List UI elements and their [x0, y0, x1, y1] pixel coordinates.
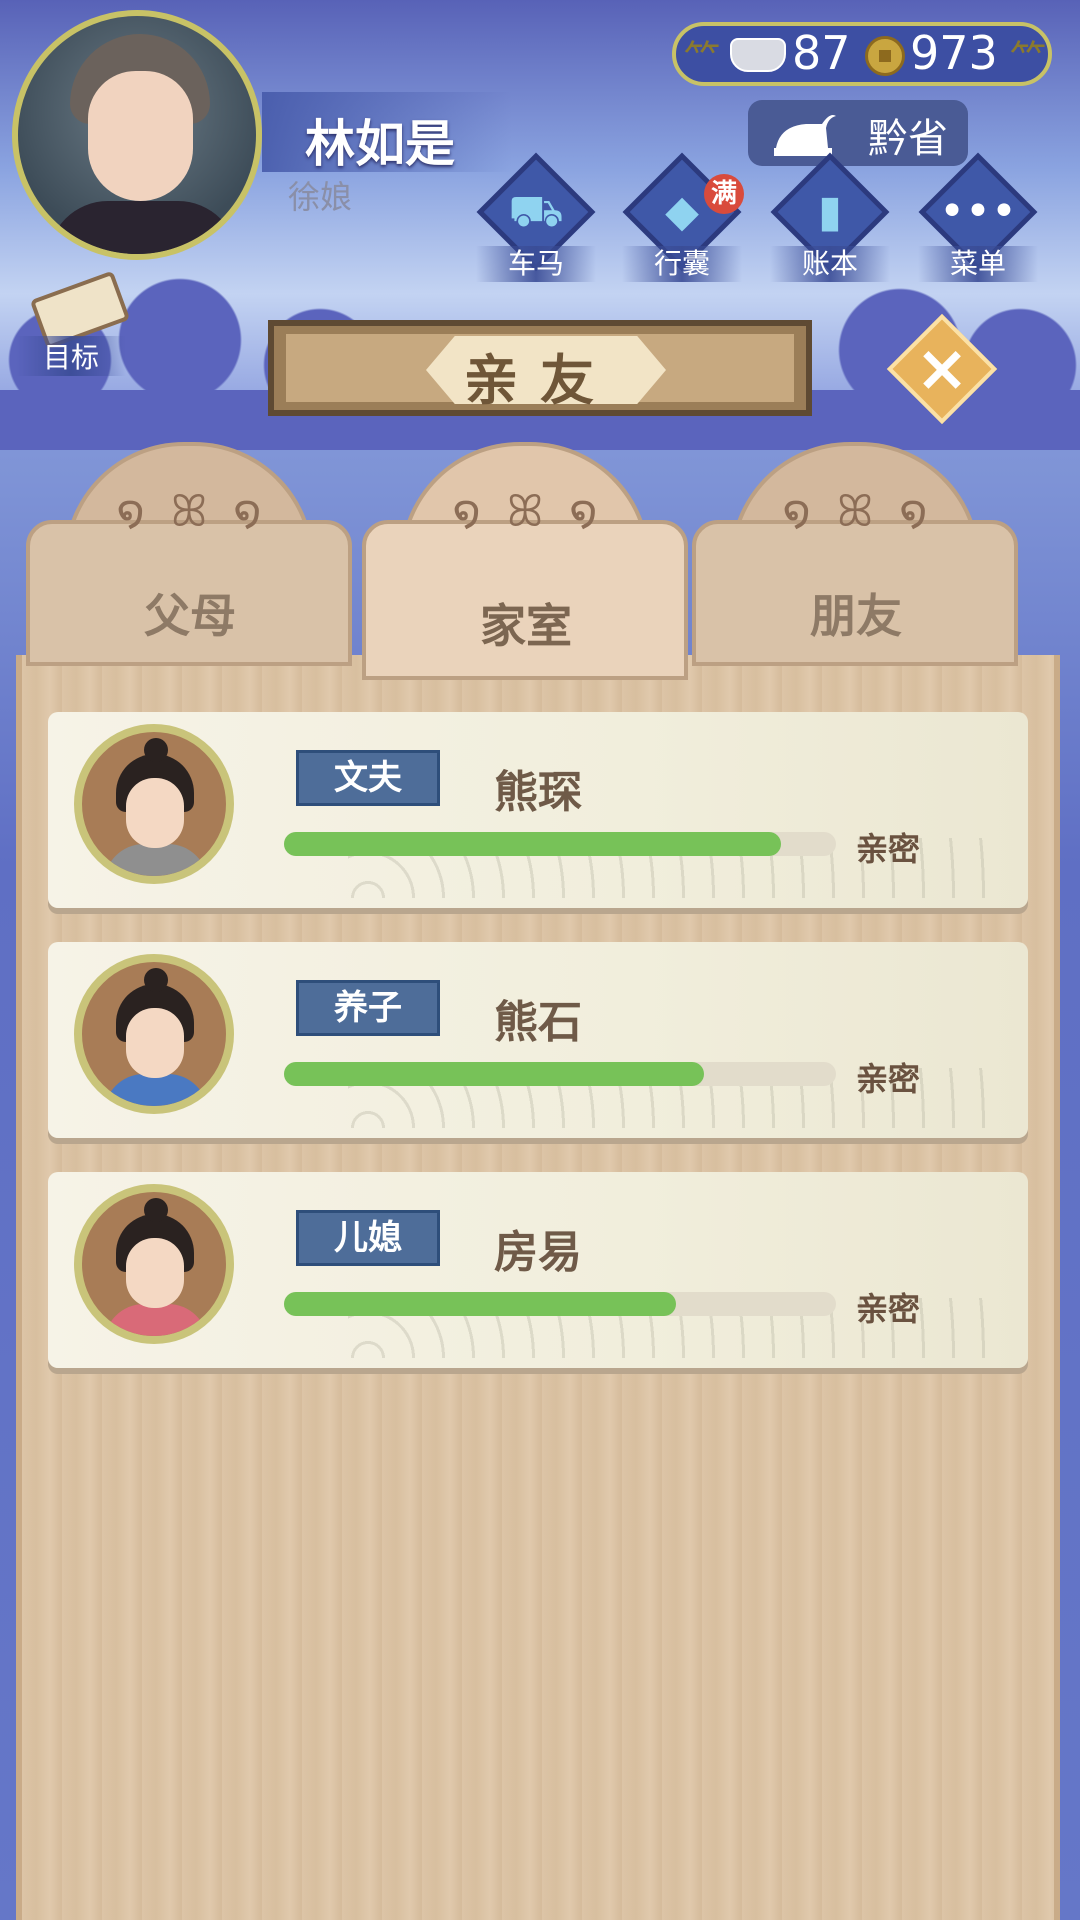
menu-ledger-button[interactable]: ▮ 账本: [770, 152, 890, 290]
tab-label: 朋友: [810, 589, 902, 643]
menu-label: 行囊: [622, 246, 742, 282]
avatar-face: [88, 71, 193, 201]
relative-avatar: [74, 1184, 234, 1344]
goal-button[interactable]: 目标: [16, 270, 131, 376]
intimacy-fill: [284, 832, 781, 856]
player-name: 林如是: [305, 115, 455, 173]
robe: [104, 1074, 208, 1106]
intimacy-bar: [284, 832, 836, 856]
relative-card[interactable]: 养子 熊石 亲密: [48, 942, 1028, 1138]
panel-title: 亲友: [464, 349, 616, 412]
tab-parents[interactable]: ໑ ꕤ ໑ 父母: [14, 430, 366, 666]
copper-amount: 973: [910, 26, 998, 80]
relative-name: 房易: [494, 1227, 582, 1278]
relative-card[interactable]: 文夫 熊琛 亲密: [48, 712, 1028, 908]
intimacy-label: 亲密: [856, 1060, 921, 1098]
menu-more-button[interactable]: ••• 菜单: [918, 152, 1038, 290]
relation-tag: 养子: [296, 980, 440, 1036]
menu-label: 账本: [770, 246, 890, 282]
relative-avatar: [74, 954, 234, 1114]
hair-bun: [144, 738, 168, 762]
player-avatar[interactable]: [12, 10, 262, 260]
face: [126, 1238, 184, 1308]
bamboo-icon: ⺮: [684, 39, 721, 80]
cloud-scroll-icon: ໑ ꕤ ໑: [116, 486, 268, 537]
relative-card[interactable]: 儿媳 房易 亲密: [48, 1172, 1028, 1368]
menu-carriage-button[interactable]: ⛟ 车马: [476, 152, 596, 290]
tab-label: 家室: [480, 599, 572, 653]
robe: [104, 844, 208, 876]
intimacy-bar: [284, 1292, 836, 1316]
carriage-icon: ⛟: [508, 186, 564, 237]
tab-family[interactable]: ໑ ꕤ ໑ 家室: [350, 430, 702, 680]
location-name: 黔省: [868, 116, 948, 162]
menu-label: 车马: [476, 246, 596, 282]
avatar-robe: [48, 201, 238, 254]
relative-name: 熊琛: [494, 767, 582, 818]
menu-label: 菜单: [918, 246, 1038, 282]
silver-amount: 87: [792, 26, 851, 80]
intimacy-bar: [284, 1062, 836, 1086]
full-badge: 满: [704, 174, 744, 214]
cloud-scroll-icon: ໑ ꕤ ໑: [452, 486, 604, 537]
face: [126, 778, 184, 848]
face: [126, 1008, 184, 1078]
relative-avatar: [74, 724, 234, 884]
intimacy-label: 亲密: [856, 830, 921, 868]
intimacy-label: 亲密: [856, 1290, 921, 1328]
tab-label: 父母: [144, 589, 236, 643]
hair-bun: [144, 968, 168, 992]
relation-tag: 儿媳: [296, 1210, 440, 1266]
robe: [104, 1304, 208, 1336]
copper-coin-icon: [865, 36, 905, 76]
relative-name: 熊石: [494, 997, 582, 1048]
ledger-icon: ▮: [817, 186, 843, 237]
silver-ingot-icon: [730, 38, 786, 72]
more-icon: •••: [939, 186, 1017, 237]
intimacy-fill: [284, 1292, 676, 1316]
player-title: 徐娘: [288, 178, 353, 216]
menu-bag-button[interactable]: ◆ 行囊 满: [622, 152, 744, 290]
goal-label: 目标: [16, 336, 126, 376]
intimacy-fill: [284, 1062, 704, 1086]
close-icon[interactable]: ×: [903, 330, 981, 408]
hair-bun: [144, 1198, 168, 1222]
bamboo-icon: ⺮: [1010, 39, 1047, 80]
relation-tag: 文夫: [296, 750, 440, 806]
cloud-scroll-icon: ໑ ꕤ ໑: [782, 486, 934, 537]
tab-friends[interactable]: ໑ ꕤ ໑ 朋友: [680, 430, 1032, 666]
